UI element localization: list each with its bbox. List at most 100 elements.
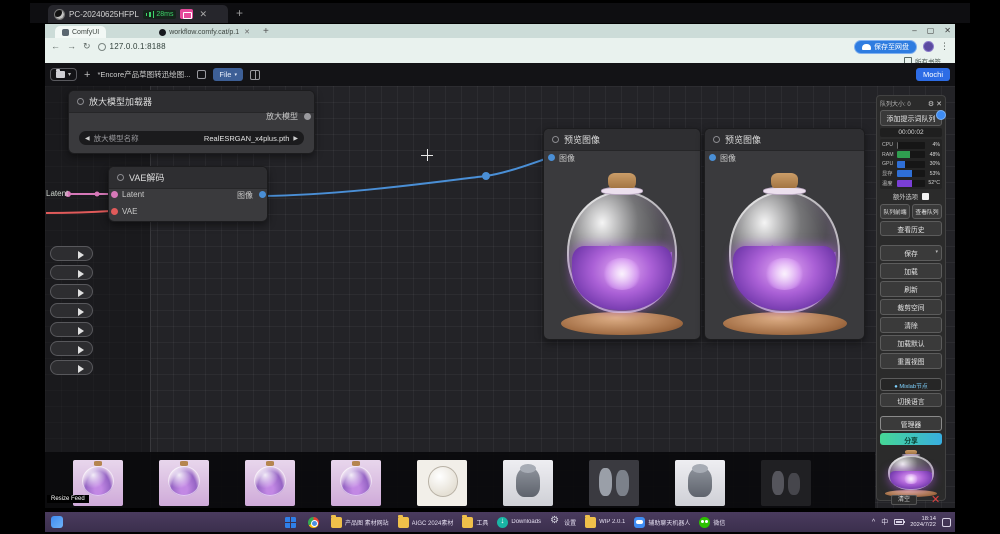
browser-menu-icon[interactable]: ⋮ [940,41,949,52]
node-collapse-dot[interactable] [552,136,559,143]
feed-thumbnail[interactable] [159,460,209,506]
taskbar-app-icon[interactable] [308,517,319,528]
menu-button[interactable]: 加载默认 [880,335,942,351]
latest-output-thumbnail[interactable] [879,449,943,497]
menu-close-icon[interactable]: ✕ [936,100,942,108]
resize-feed-handle[interactable]: Resize Feed [47,495,89,503]
share-button[interactable]: 分享 [880,433,942,445]
forward-icon[interactable]: → [67,42,76,51]
manager-button[interactable]: 管理器 [880,416,942,430]
taskbar-item[interactable]: 微信 [699,517,725,528]
browser-profile-avatar[interactable] [923,41,934,52]
latent-input-port[interactable] [111,191,118,198]
vae-input-port[interactable] [111,208,118,215]
menu-button[interactable]: 重置视图 [880,353,942,369]
collapsed-node-stub[interactable] [50,284,93,299]
taskbar-item[interactable] [285,517,299,528]
tab-close-icon[interactable]: ✕ [244,28,250,36]
mixlab-nodes-button[interactable]: ● Mixlab节点 [880,378,942,391]
node-collapse-dot[interactable] [77,98,84,105]
input-language-indicator[interactable]: 中 [881,517,888,527]
new-workflow-button[interactable]: + [84,69,90,81]
collapsed-node-stub[interactable] [50,265,93,280]
feed-thumbnail[interactable] [675,460,725,506]
menu-button[interactable]: 刷新 [880,281,942,297]
taskbar-app-icon[interactable] [550,517,561,528]
feed-thumbnail[interactable] [245,460,295,506]
feed-clear-button[interactable]: 清空 [891,495,917,505]
taskbar-item[interactable]: 辅助聊天机器人 [634,517,690,528]
mochi-button[interactable]: Mochi [916,68,950,81]
widget-prev-icon[interactable]: ◀ [85,135,90,142]
switch-language-button[interactable]: 切换语言 [880,393,942,407]
layout-grid-icon[interactable] [250,70,260,80]
taskbar-item[interactable]: 设置 [550,517,576,528]
remote-tab-close-icon[interactable]: ✕ [199,9,207,20]
collapsed-node-stub[interactable] [50,360,93,375]
image-input-port[interactable] [548,154,555,161]
taskbar-app-icon[interactable] [699,517,710,528]
node-preview-image-1[interactable]: 预览图像 图像 [543,128,701,340]
node-vae-decode[interactable]: VAE解码 Latent VAE 图像 [108,166,268,222]
taskbar-item[interactable]: Downloads [497,517,541,528]
reload-icon[interactable]: ↻ [83,42,91,51]
menu-button[interactable]: 加载 [880,263,942,279]
taskbar-app-icon[interactable] [497,517,508,528]
collapsed-node-stub[interactable] [50,303,93,318]
url-field[interactable]: 127.0.0.1:8188 [98,42,166,51]
taskbar-item[interactable]: WIP 2.0.1 [585,517,625,528]
feed-thumbnail[interactable] [417,460,467,506]
taskbar-app-icon[interactable] [462,517,473,528]
extra-options-checkbox[interactable]: 额外选项 [880,191,942,202]
widget-next-icon[interactable]: ▶ [293,135,298,142]
workflows-folder-button[interactable]: ▾ [50,68,77,81]
window-minimize-button[interactable]: – [912,25,916,36]
node-collapse-dot[interactable] [713,136,720,143]
back-icon[interactable]: ← [51,42,60,51]
taskbar-app-icon[interactable] [398,517,409,528]
battery-icon[interactable] [894,519,904,525]
menu-button[interactable]: 清除 [880,317,942,333]
browser-tab-comfyui[interactable]: ComfyUI [55,26,106,38]
menu-button[interactable]: 裁剪空间 [880,299,942,315]
collapsed-node-stub[interactable] [50,341,93,356]
feed-thumbnail[interactable] [589,460,639,506]
feed-thumbnail[interactable] [503,460,553,506]
upscale-model-name-widget[interactable]: ◀ 放大模型名称 RealESRGAN_x4plus.pth ▶ [79,131,304,145]
feed-close-icon[interactable]: ✕ [931,493,940,506]
settings-gear-icon[interactable]: ⚙ [928,100,934,108]
tray-expand-icon[interactable]: ^ [872,519,875,526]
taskbar-item[interactable] [308,517,322,528]
feed-thumbnail[interactable] [761,460,811,506]
taskbar-item[interactable]: 产品图 素材网站 [331,517,389,528]
taskbar-item[interactable]: AIGC 2024素材 [398,517,454,528]
queue-front-button[interactable]: 队列前端 [880,204,910,219]
image-input-port[interactable] [709,154,716,161]
taskbar-item[interactable]: 工具 [462,517,488,528]
view-history-button[interactable]: 查看历史 [880,221,942,235]
remote-new-tab-button[interactable]: + [236,7,243,19]
save-workflow-icon[interactable] [197,70,206,79]
workflow-tab[interactable]: *Encore产品草图转迅绘图... [97,69,190,80]
collapsed-node-stub[interactable] [50,322,93,337]
feed-thumbnail[interactable] [331,460,381,506]
image-output-port[interactable] [259,191,266,198]
node-preview-image-2[interactable]: 预览图像 图像 [704,128,865,340]
browser-new-tab-button[interactable]: + [263,26,269,37]
widgets-icon[interactable] [51,516,63,528]
window-maximize-button[interactable]: ▢ [927,25,935,36]
view-queue-button[interactable]: 查看队列 [912,204,942,219]
taskbar-app-icon[interactable] [585,517,596,528]
taskbar-app-icon[interactable] [331,517,342,528]
browser-tab-workflow[interactable]: workflow.comfy.cat/p.1 ✕ [152,26,257,38]
queue-prompt-button[interactable]: 添加提示词队列 [880,110,942,126]
node-upscale-model-loader[interactable]: 放大模型加载器 放大模型 ◀ 放大模型名称 RealESRGAN_x4plus.… [68,90,315,154]
collapsed-node-stub[interactable] [50,246,93,261]
thumbnail-badge[interactable] [936,110,946,120]
taskbar-app-icon[interactable] [634,517,645,528]
window-close-button[interactable]: ✕ [944,25,951,36]
file-menu-button[interactable]: File ▾ [213,68,243,81]
node-collapse-dot[interactable] [117,174,124,181]
remote-session-tab[interactable]: PC-20240625HFPL 28ms ✕ [48,5,228,23]
upscale-model-output-port[interactable] [304,113,311,120]
